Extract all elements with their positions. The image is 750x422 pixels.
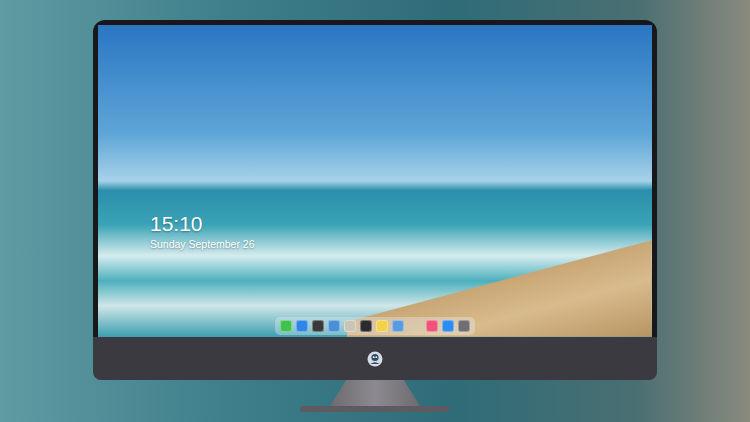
monitor-bezel: 15:10Sunday September 26 [93,20,657,337]
dock-app-icon[interactable] [376,320,388,332]
dock-app-icon[interactable] [344,320,356,332]
desktop-screen: 15:10Sunday September 26 [98,25,652,337]
clock-date: Sunday September 26 [150,237,255,251]
dock-app-icon[interactable] [328,320,340,332]
dock-app-icon[interactable] [442,320,454,332]
dock-app-icon[interactable] [280,320,292,332]
clock-time: 15:10 [150,211,255,237]
dock-app-icon[interactable] [426,320,438,332]
dock-app-icon[interactable] [312,320,324,332]
lock-clock: 15:10Sunday September 26 [150,211,255,251]
dock-app-icon[interactable] [296,320,308,332]
dock-separator [408,320,422,332]
stand-base [300,406,450,412]
monitor: 15:10Sunday September 26 [93,20,657,380]
dock-app-icon[interactable] [458,320,470,332]
monitor-chin [93,337,657,380]
mockup-scene: 15:10Sunday September 26 [0,0,750,422]
dock [275,317,475,335]
dock-app-icon[interactable] [360,320,372,332]
monitor-stand [300,380,450,412]
wallpaper-photo [98,25,652,337]
brand-logo-icon [367,351,383,367]
stand-neck [330,380,420,406]
dock-app-icon[interactable] [392,320,404,332]
